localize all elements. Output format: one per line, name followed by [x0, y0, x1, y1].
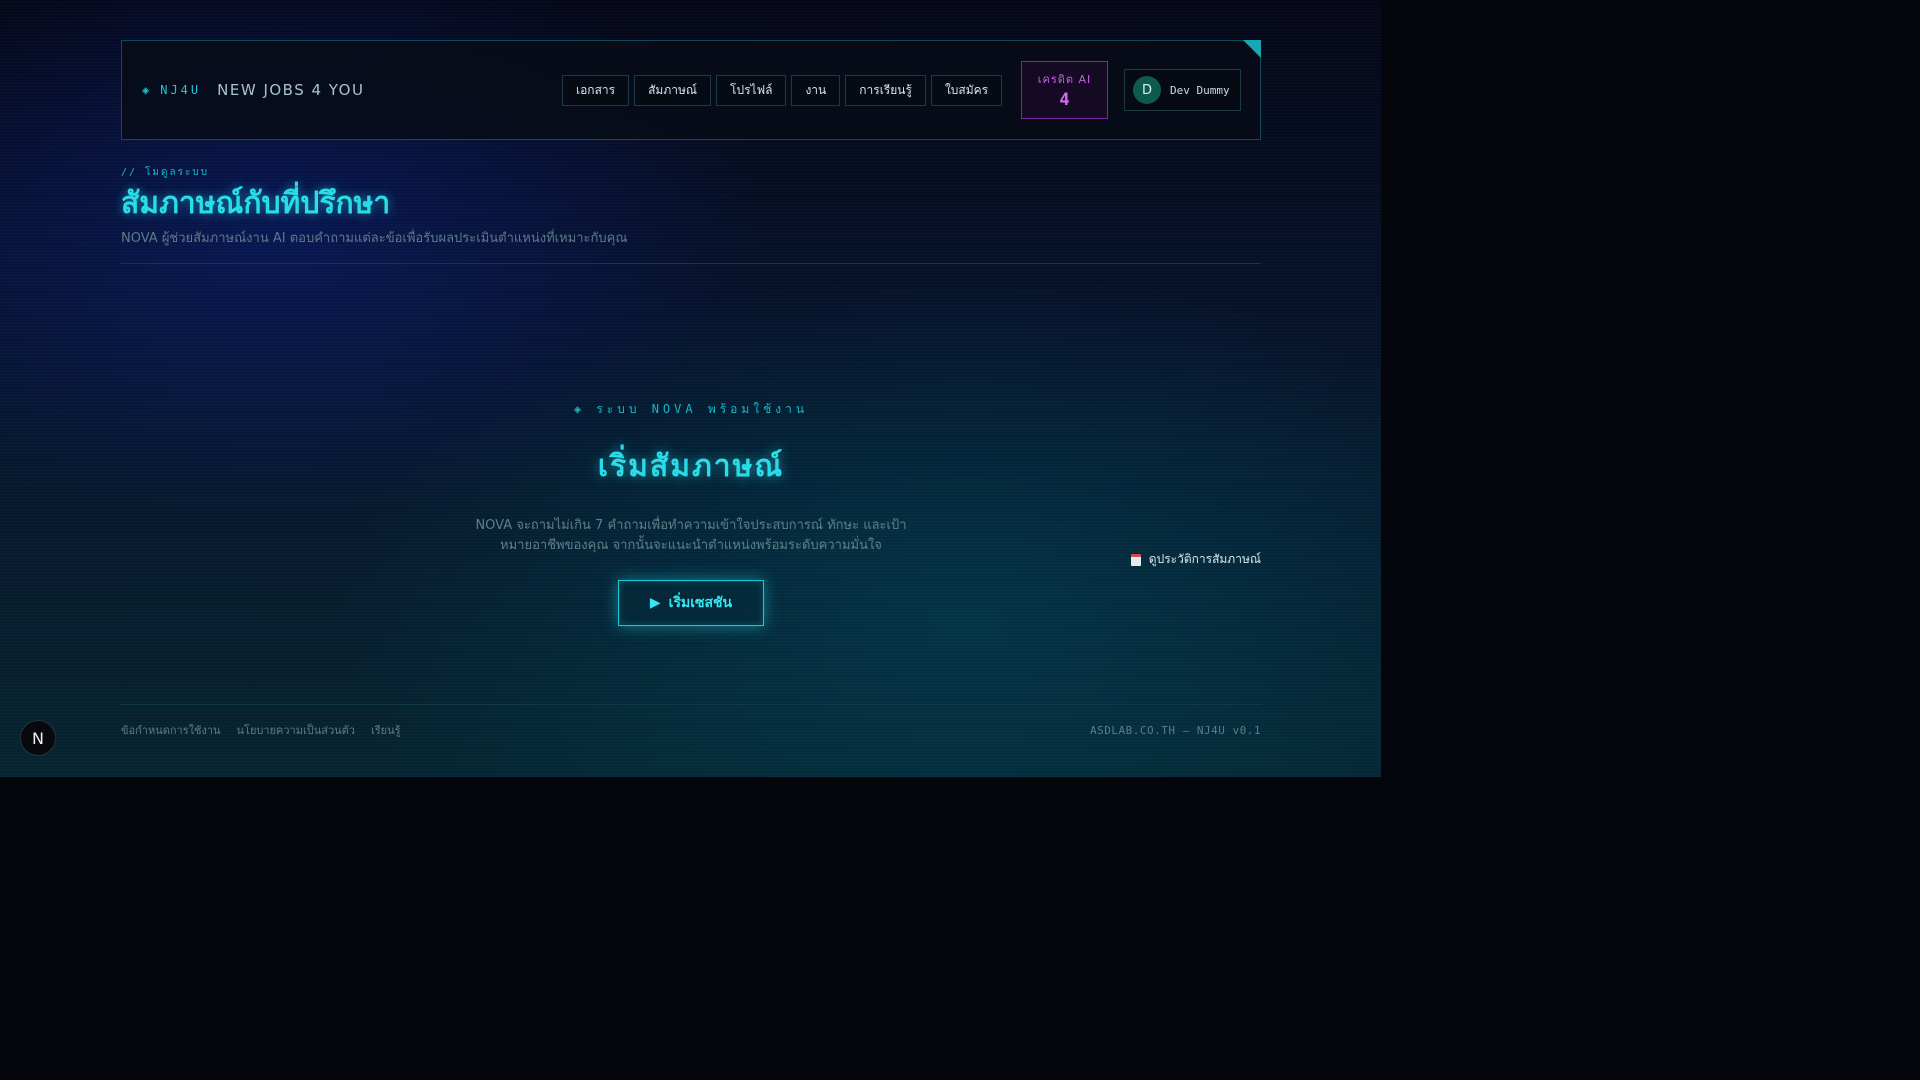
brand-name: NEW JOBS 4 YOU	[217, 81, 365, 99]
avatar: D	[1133, 76, 1161, 104]
page-title: สัมภาษณ์กับที่ปรึกษา	[121, 186, 391, 221]
brand-mark-text: NJ4U	[160, 83, 202, 97]
framework-badge[interactable]: N	[20, 720, 56, 756]
footer-divider	[121, 704, 1261, 705]
footer: ข้อกำหนดการใช้งาน นโยบายความเป็นส่วนตัว …	[121, 720, 1261, 740]
copyright: ASDLAB.CO.TH — NJ4U v0.1	[1090, 723, 1261, 737]
system-status: ◈ ระบบ NOVA พร้อมใช้งาน	[573, 402, 809, 416]
play-icon: ▶	[649, 595, 661, 611]
start-session-label: เริ่มเซสชัน	[668, 595, 733, 611]
app-viewport: ◈ NJ4U NEW JOBS 4 YOU เอกสาร สัมภาษณ์ โปร…	[0, 0, 1381, 777]
brand-mark: ◈ NJ4U	[142, 83, 201, 97]
user-name: Dev Dummy	[1170, 83, 1230, 97]
nav-interview[interactable]: สัมภาษณ์	[634, 75, 712, 106]
credit-value: 4	[1059, 90, 1070, 110]
start-session-button[interactable]: ▶ เริ่มเซสชัน	[617, 580, 765, 626]
nav-profile[interactable]: โปรไฟล์	[716, 75, 787, 106]
brand-logo[interactable]: ◈ NJ4U NEW JOBS 4 YOU	[142, 81, 364, 99]
main-nav: เอกสาร สัมภาษณ์ โปรไฟล์ งาน การเรียนรู้ …	[562, 75, 1003, 106]
ai-credit-counter: เครดิต AI 4	[1021, 61, 1108, 119]
page-subtitle: NOVA ผู้ช่วยสัมภาษณ์งาน AI ตอบคำถามแต่ละ…	[121, 231, 628, 246]
diamond-icon: ◈	[142, 83, 153, 97]
footer-link-privacy[interactable]: นโยบายความเป็นส่วนตัว	[237, 721, 355, 739]
nav-learning[interactable]: การเรียนรู้	[845, 75, 926, 106]
header-corner-accent	[1243, 40, 1261, 58]
top-header: ◈ NJ4U NEW JOBS 4 YOU เอกสาร สัมภาษณ์ โปร…	[121, 40, 1261, 140]
start-panel: ◈ ระบบ NOVA พร้อมใช้งาน เริ่มสัมภาษณ์ NO…	[121, 400, 1261, 626]
hero-description: NOVA จะถามไม่เกิน 7 คำถามเพื่อทำความเข้า…	[475, 518, 907, 553]
divider: ดูประวัติการสัมภาษณ์	[121, 263, 1261, 566]
user-menu[interactable]: D Dev Dummy	[1124, 69, 1241, 111]
footer-link-terms[interactable]: ข้อกำหนดการใช้งาน	[121, 721, 221, 739]
nav-applications[interactable]: ใบสมัคร	[930, 75, 1003, 106]
nav-jobs[interactable]: งาน	[791, 75, 841, 106]
credit-label: เครดิต AI	[1037, 73, 1092, 86]
section-kicker: // โมดูลระบบ	[121, 167, 210, 178]
hero-title: เริ่มสัมภาษณ์	[597, 449, 785, 484]
nav-documents[interactable]: เอกสาร	[562, 75, 630, 106]
footer-link-learn[interactable]: เรียนรู้	[371, 721, 401, 739]
